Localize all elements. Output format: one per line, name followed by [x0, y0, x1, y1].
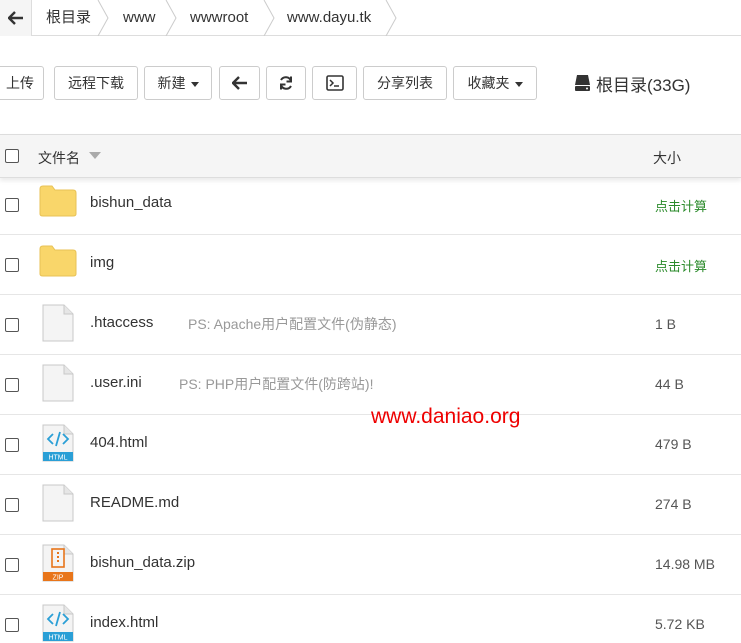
file-size: 274 B: [655, 496, 692, 512]
file-size: 5.72 KB: [655, 616, 705, 632]
file-name[interactable]: index.html: [90, 614, 158, 631]
breadcrumb-item-wwwroot[interactable]: wwwroot: [190, 0, 248, 36]
file-name[interactable]: .user.ini: [90, 374, 142, 391]
row-checkbox[interactable]: [5, 618, 19, 632]
sort-caret-icon[interactable]: [89, 152, 101, 159]
svg-text:HTML: HTML: [48, 455, 67, 462]
folder-icon: [39, 185, 77, 217]
chevron-down-icon: [190, 81, 199, 87]
arrow-left-icon: [7, 11, 23, 25]
breadcrumb: 根目录 www wwwroot www.dayu.tk: [0, 0, 741, 36]
new-label: 新建: [157, 75, 186, 91]
file-name[interactable]: bishun_data.zip: [90, 554, 195, 571]
breadcrumb-item-www[interactable]: www: [123, 0, 156, 36]
column-header-name[interactable]: 文件名: [38, 148, 80, 168]
table-row[interactable]: bishun_data 点击计算: [0, 175, 741, 235]
size-calc-link[interactable]: 点击计算: [655, 256, 707, 275]
file-name[interactable]: 404.html: [90, 434, 148, 451]
file-icon: [42, 484, 74, 522]
svg-text:HTML: HTML: [48, 635, 67, 642]
file-note: PS: Apache用户配置文件(伪静态): [188, 316, 397, 332]
share-list-button[interactable]: 分享列表: [363, 66, 447, 100]
file-icon: [42, 364, 74, 402]
upload-label: 上传: [6, 75, 34, 91]
row-checkbox[interactable]: [5, 318, 19, 332]
disk-indicator[interactable]: 根目录(33G): [574, 71, 690, 95]
row-checkbox[interactable]: [5, 258, 19, 272]
terminal-button[interactable]: [312, 66, 357, 100]
refresh-icon: [280, 76, 292, 90]
watermark-text: www.daniao.org: [371, 405, 521, 428]
breadcrumb-separator: [97, 0, 109, 36]
breadcrumb-item-site[interactable]: www.dayu.tk: [287, 0, 371, 36]
breadcrumb-separator: [385, 0, 397, 36]
file-name[interactable]: img: [90, 254, 114, 271]
chevron-down-icon: [514, 81, 523, 87]
file-size: 479 B: [655, 436, 692, 452]
new-button[interactable]: 新建: [144, 66, 212, 100]
breadcrumb-item-root[interactable]: 根目录: [46, 0, 91, 36]
file-name[interactable]: bishun_data: [90, 194, 172, 211]
breadcrumb-separator: [165, 0, 177, 36]
breadcrumb-back-button[interactable]: [0, 0, 32, 36]
file-table-header: 文件名 大小: [0, 134, 741, 178]
remote-download-button[interactable]: 远程下载: [54, 66, 138, 100]
refresh-button[interactable]: [266, 66, 306, 100]
svg-text:ZIP: ZIP: [53, 575, 64, 582]
back-button[interactable]: [219, 66, 260, 100]
table-row[interactable]: ZIP bishun_data.zip 14.98 MB: [0, 535, 741, 595]
row-checkbox[interactable]: [5, 438, 19, 452]
remote-download-label: 远程下载: [68, 75, 124, 91]
row-checkbox[interactable]: [5, 378, 19, 392]
html-file-icon: HTML: [42, 424, 74, 462]
table-row[interactable]: HTML index.html 5.72 KB: [0, 595, 741, 643]
table-row[interactable]: .htaccess PS: Apache用户配置文件(伪静态) 1 B: [0, 295, 741, 355]
hard-disk-icon: [575, 75, 590, 91]
share-list-label: 分享列表: [377, 75, 433, 91]
file-size: 14.98 MB: [655, 556, 715, 572]
terminal-icon: [325, 75, 344, 91]
row-checkbox[interactable]: [5, 498, 19, 512]
size-calc-link[interactable]: 点击计算: [655, 196, 707, 215]
folder-icon: [39, 245, 77, 277]
disk-label: 根目录(33G): [596, 75, 691, 95]
upload-button[interactable]: 上传: [0, 66, 44, 100]
column-header-size[interactable]: 大小: [653, 148, 681, 168]
file-icon: [42, 304, 74, 342]
file-size: 1 B: [655, 316, 677, 332]
file-size: 44 B: [655, 376, 684, 392]
arrow-left-icon: [231, 76, 247, 90]
select-all-checkbox[interactable]: [5, 149, 19, 163]
row-checkbox[interactable]: [5, 198, 19, 212]
favorites-button[interactable]: 收藏夹: [453, 66, 537, 100]
file-note: PS: PHP用户配置文件(防跨站)!: [179, 376, 374, 392]
table-row[interactable]: README.md 274 B: [0, 475, 741, 535]
html-file-icon: HTML: [42, 604, 74, 642]
file-name[interactable]: .htaccess: [90, 314, 153, 331]
favorites-label: 收藏夹: [467, 75, 510, 91]
row-checkbox[interactable]: [5, 558, 19, 572]
file-name[interactable]: README.md: [90, 494, 179, 511]
zip-file-icon: ZIP: [42, 544, 74, 582]
table-row[interactable]: img 点击计算: [0, 235, 741, 295]
breadcrumb-separator: [263, 0, 275, 36]
